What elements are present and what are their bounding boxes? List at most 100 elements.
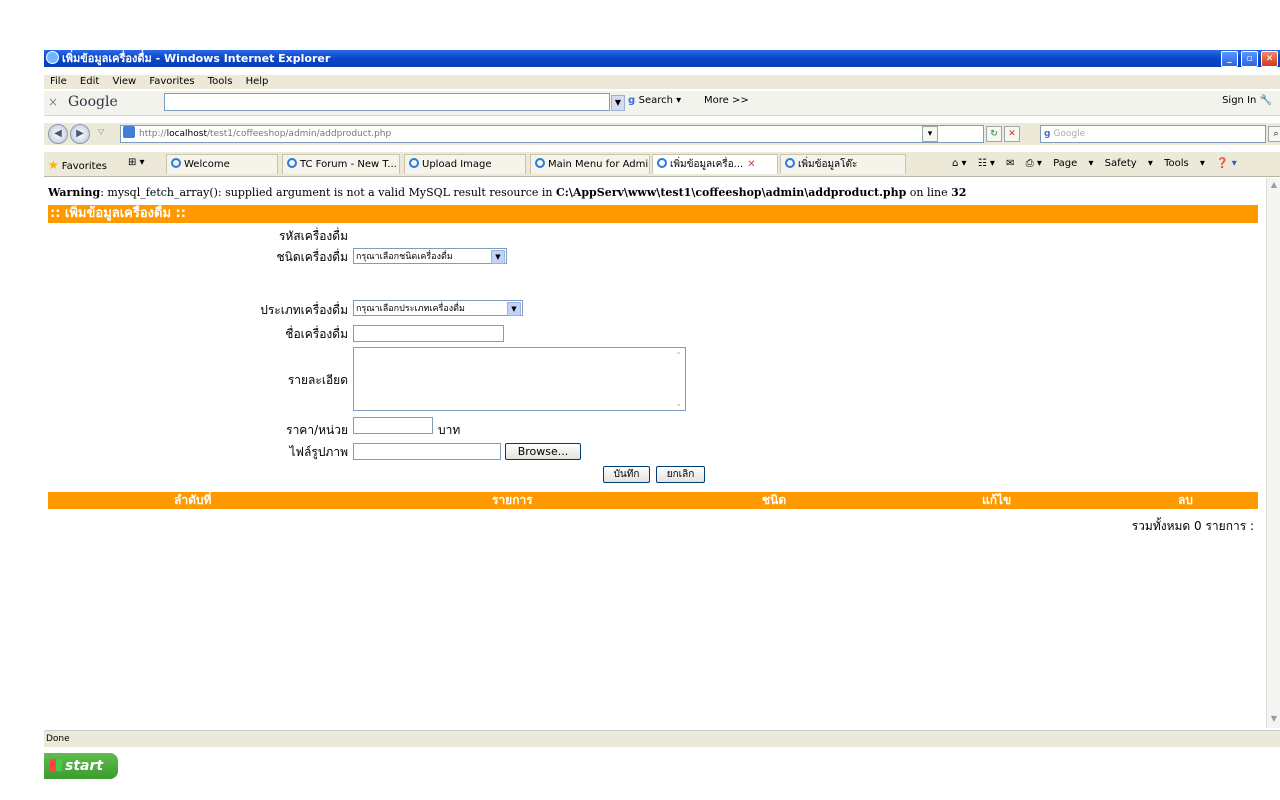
google-g-icon: g [628, 95, 639, 106]
refresh-icon[interactable]: ↻ [986, 126, 1002, 142]
label-image: ไฟล์รูปภาพ [289, 445, 348, 459]
mail-icon[interactable]: ✉ [1006, 158, 1014, 169]
warning-message: : mysql_fetch_array(): supplied argument… [100, 186, 556, 199]
php-warning: Warning: mysql_fetch_array(): supplied a… [48, 186, 966, 199]
category-select[interactable]: กรุณาเลือกประเภทเครื่องดื่ม ▼ [353, 300, 523, 316]
status-text: Done [46, 734, 70, 744]
ie-tab-icon [785, 158, 795, 168]
favorites-label: Favorites [61, 161, 107, 172]
google-logo: Google [68, 94, 118, 110]
price-unit: บาท [438, 423, 461, 437]
menu-favorites[interactable]: Favorites [149, 76, 194, 87]
tools-menu[interactable]: Tools ▾ [1164, 158, 1205, 169]
warning-on-line: on line [906, 186, 952, 199]
menu-edit[interactable]: Edit [80, 76, 99, 87]
col-edit: แก้ไข [982, 493, 1012, 507]
scroll-down-icon[interactable]: ▼ [1268, 714, 1280, 726]
close-window-button[interactable]: ✕ [1261, 51, 1278, 67]
page-icon [123, 126, 135, 138]
address-input[interactable]: http://localhost/test1/coffeeshop/admin/… [120, 125, 984, 143]
star-icon: ★ [48, 158, 59, 172]
live-search-input[interactable]: g Google [1040, 125, 1266, 143]
label-category-text: ประเภทเครื่องดื่ม [260, 303, 348, 317]
tab-tc-forum[interactable]: TC Forum - New T... [282, 154, 400, 174]
col-order: ลำดับที่ [174, 493, 212, 507]
sign-in-link[interactable]: Sign In 🔧 [1222, 95, 1272, 106]
history-dropdown-icon[interactable]: ▽ [98, 127, 104, 136]
tab-add-drink[interactable]: เพิ่มข้อมูลเครื่อ... ✕ [652, 154, 778, 174]
print-icon[interactable]: ⎙ ▾ [1026, 158, 1042, 169]
chevron-down-icon: ▼ [491, 250, 505, 264]
tab-upload-image[interactable]: Upload Image [404, 154, 526, 174]
safety-menu[interactable]: Safety ▾ [1105, 158, 1153, 169]
menu-file[interactable]: File [50, 76, 67, 87]
tab-label: TC Forum - New T... [300, 159, 397, 170]
tab-welcome[interactable]: Welcome [166, 154, 278, 174]
address-dropdown-icon[interactable]: ▾ [922, 126, 938, 142]
menu-tools[interactable]: Tools [208, 76, 233, 87]
back-button[interactable]: ◀ [48, 124, 68, 144]
label-detail: รายละเอียด [287, 373, 348, 387]
live-search-placeholder: Google [1053, 129, 1086, 139]
windows-flag-icon [50, 759, 62, 771]
home-icon[interactable]: ⌂ ▾ [952, 158, 967, 169]
ie-tab-icon [171, 158, 181, 168]
scroll-up-icon[interactable]: ▲ [1268, 180, 1280, 192]
ie-tab-icon [657, 158, 667, 168]
menu-help[interactable]: Help [246, 76, 269, 87]
help-icon[interactable]: ❓ ▾ [1216, 158, 1237, 169]
page-content [44, 178, 1266, 728]
image-file-input[interactable] [353, 443, 501, 460]
list-header: ลำดับที่ รายการ ชนิด แก้ไข ลบ [48, 492, 1258, 509]
kind-select[interactable]: กรุณาเลือกชนิดเครื่องดื่ม ▼ [353, 248, 507, 264]
page-menu[interactable]: Page ▾ [1053, 158, 1093, 169]
search-icon[interactable]: ⌕ [1268, 126, 1280, 142]
price-input[interactable] [353, 417, 433, 434]
close-toolbar-icon[interactable]: × [48, 95, 58, 109]
tab-main-menu[interactable]: Main Menu for Admin [530, 154, 650, 174]
chevron-down-icon: ▼ [507, 302, 521, 316]
kind-select-value: กรุณาเลือกชนิดเครื่องดื่ม [356, 252, 453, 262]
scroll-down-icon[interactable]: ⌄ [675, 399, 682, 408]
chevron-down-icon[interactable]: ▼ [611, 95, 625, 111]
url-prefix: http:// [139, 129, 167, 139]
tab-label: เพิ่มข้อมูลเครื่อ... [670, 159, 744, 170]
wrench-icon[interactable]: 🔧 [1260, 95, 1272, 106]
sign-in-label: Sign In [1222, 95, 1257, 106]
safety-menu-label: Safety [1104, 158, 1137, 169]
label-code: รหัสเครื่องดื่ม [278, 229, 348, 243]
close-tab-icon[interactable]: ✕ [747, 159, 755, 170]
quick-tabs-icon[interactable]: ⊞ ▾ [128, 157, 145, 168]
tab-label: เพิ่มข้อมูลโต๊ะ [798, 159, 858, 170]
browse-button[interactable]: Browse... [505, 443, 581, 460]
detail-textarea[interactable]: ⌃ ⌄ [353, 347, 686, 411]
tools-menu-label: Tools [1164, 158, 1189, 169]
google-search-input[interactable] [164, 93, 610, 111]
cancel-button[interactable]: ยกเลิก [656, 466, 705, 483]
label-name: ชื่อเครื่องดื่ม [285, 327, 348, 341]
favorites-button[interactable]: ★ Favorites [48, 158, 107, 172]
vertical-scrollbar[interactable]: ▲ ▼ [1266, 178, 1280, 728]
tab-add-table[interactable]: เพิ่มข้อมูลโต๊ะ [780, 154, 906, 174]
more-button[interactable]: More >> [704, 95, 749, 106]
minimize-button[interactable]: _ [1221, 51, 1238, 67]
maximize-button[interactable]: ▫ [1241, 51, 1258, 67]
feeds-icon[interactable]: ☷ ▾ [978, 158, 995, 169]
scroll-up-icon[interactable]: ⌃ [675, 351, 682, 360]
save-button[interactable]: บันทึก [603, 466, 650, 483]
forward-button[interactable]: ▶ [70, 124, 90, 144]
ie-tab-icon [409, 158, 419, 168]
warning-prefix: Warning [48, 186, 101, 199]
ie-tab-icon [287, 158, 297, 168]
url-host: localhost [166, 129, 207, 139]
form-header: :: เพิ่มข้อมูลเครื่องดื่ม :: [48, 205, 1258, 223]
col-delete: ลบ [1178, 493, 1193, 507]
drink-name-input[interactable] [353, 325, 504, 342]
google-search-label: Search [638, 95, 673, 106]
start-button[interactable]: start [44, 753, 118, 779]
form-title: :: เพิ่มข้อมูลเครื่องดื่ม :: [50, 206, 186, 221]
google-search-button[interactable]: g Search ▾ [628, 95, 681, 106]
menu-bar: File Edit View Favorites Tools Help [44, 75, 1280, 89]
menu-view[interactable]: View [112, 76, 136, 87]
stop-icon[interactable]: ✕ [1004, 126, 1020, 142]
